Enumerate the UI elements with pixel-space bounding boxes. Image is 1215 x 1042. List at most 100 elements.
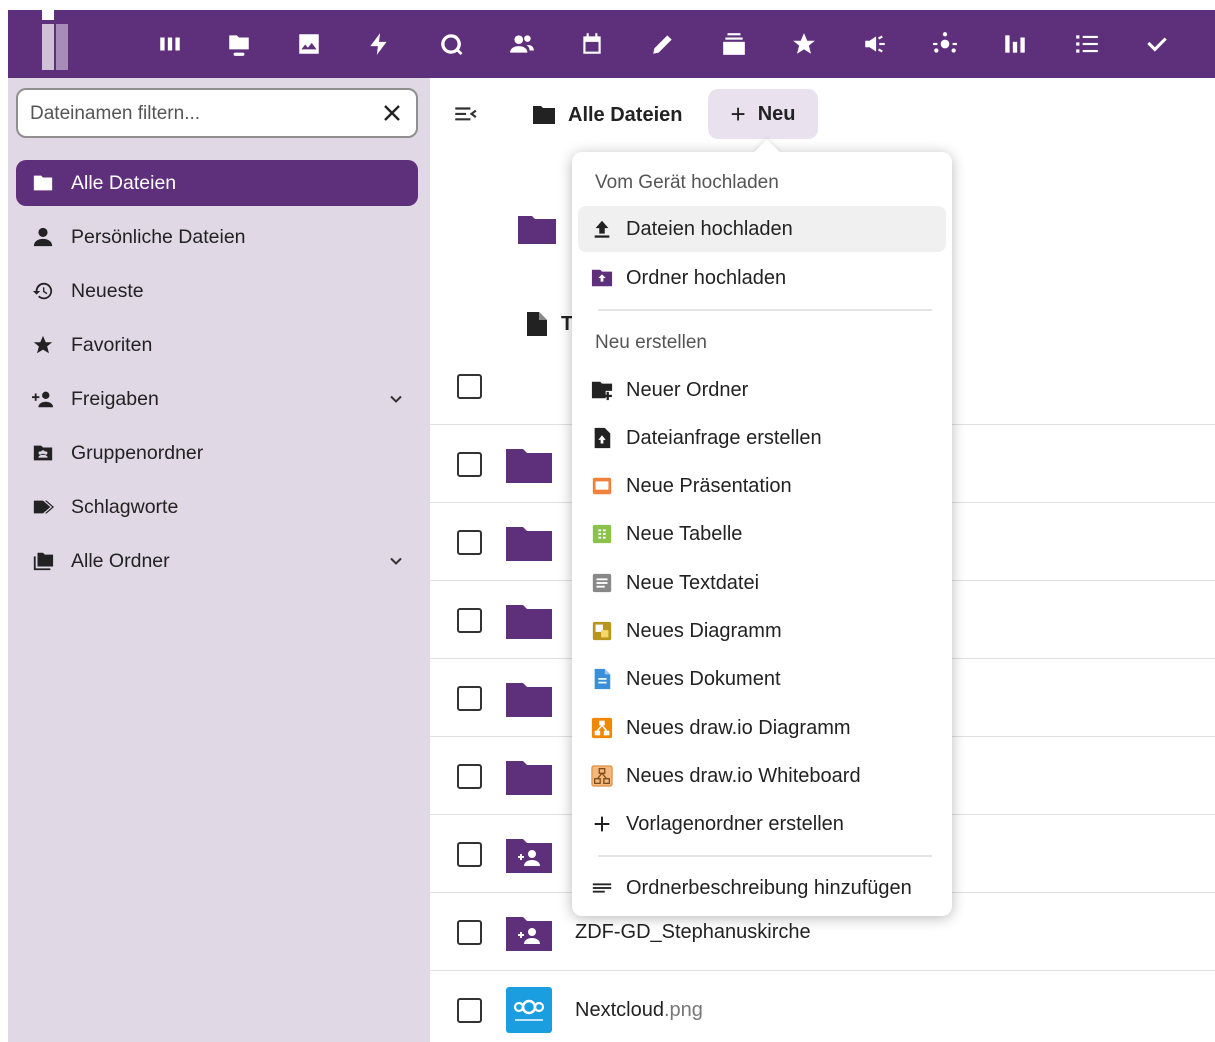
folder-icon — [518, 216, 556, 244]
deck-icon[interactable] — [720, 30, 748, 58]
drawio-whiteboard-icon — [590, 764, 614, 788]
spreadsheet-icon — [590, 522, 614, 546]
diagram-icon — [590, 619, 614, 643]
plus-icon: + — [730, 99, 746, 129]
nextcloud-image-thumbnail[interactable] — [506, 987, 552, 1033]
file-request-icon — [590, 426, 614, 450]
sidebar-item-shares[interactable]: Freigaben — [16, 376, 418, 422]
toggle-navigation-icon[interactable] — [452, 102, 478, 128]
folder-plus-icon — [590, 378, 614, 402]
sidebar-item-label: Gruppenordner — [71, 441, 204, 464]
top-app-bar — [8, 10, 1215, 78]
sidebar-item-all-files[interactable]: Alle Dateien — [16, 160, 418, 206]
new-folder-item[interactable]: Neuer Ordner — [578, 367, 946, 413]
history-icon — [30, 278, 56, 304]
row-checkbox[interactable] — [457, 452, 482, 477]
folder-icon[interactable] — [506, 603, 552, 639]
filename-filter-input[interactable] — [30, 100, 370, 128]
new-textfile-item[interactable]: Neue Textdatei — [578, 560, 946, 606]
new-spreadsheet-item[interactable]: Neue Tabelle — [578, 511, 946, 557]
search-icon[interactable] — [437, 30, 465, 58]
upload-icon — [590, 217, 614, 241]
plus-icon — [590, 812, 614, 836]
breadcrumb-label: Alle Dateien — [568, 103, 683, 126]
chevron-down-icon[interactable] — [386, 389, 406, 409]
favorites-icon[interactable] — [790, 30, 818, 58]
new-drawio-whiteboard-item[interactable]: Neues draw.io Whiteboard — [578, 753, 946, 799]
folder-icon — [533, 106, 555, 124]
new-drawio-diagram-item[interactable]: Neues draw.io Diagramm — [578, 705, 946, 751]
folder-icon[interactable] — [506, 681, 552, 717]
navigation-sidebar: Alle Dateien Persönliche Dateien Neueste… — [8, 78, 430, 1042]
star-icon — [30, 332, 56, 358]
breadcrumb[interactable]: Alle Dateien — [532, 100, 682, 130]
sidebar-item-label: Alle Ordner — [71, 549, 170, 572]
new-diagram-item[interactable]: Neues Diagramm — [578, 608, 946, 654]
row-divider — [430, 970, 1215, 971]
upload-files-item[interactable]: Dateien hochladen — [578, 206, 946, 252]
folder-icon[interactable] — [506, 759, 552, 795]
sidebar-item-label: Favoriten — [71, 333, 153, 356]
announcements-icon[interactable] — [861, 30, 889, 58]
circles-icon[interactable] — [931, 30, 959, 58]
file-request-item[interactable]: Dateianfrage erstellen — [578, 415, 946, 461]
sidebar-item-recent[interactable]: Neueste — [16, 268, 418, 314]
new-presentation-item[interactable]: Neue Präsentation — [578, 463, 946, 509]
sidebar-item-all-folders[interactable]: Alle Ordner — [16, 538, 418, 584]
row-checkbox[interactable] — [457, 764, 482, 789]
menu-divider — [598, 855, 932, 857]
activity-icon[interactable] — [365, 30, 393, 58]
shared-folder-icon[interactable] — [506, 915, 552, 951]
analytics-icon[interactable] — [1001, 30, 1029, 58]
notes-icon[interactable] — [649, 30, 677, 58]
new-document-item[interactable]: Neues Dokument — [578, 656, 946, 702]
sidebar-item-label: Freigaben — [71, 387, 159, 410]
row-checkbox[interactable] — [457, 686, 482, 711]
row-checkbox[interactable] — [457, 842, 482, 867]
row-checkbox[interactable] — [457, 998, 482, 1023]
sidebar-item-label: Schlagworte — [71, 495, 179, 518]
file-name[interactable]: ZDF-GD_Stephanuskirche — [575, 921, 811, 944]
upload-folder-item[interactable]: Ordner hochladen — [578, 255, 946, 301]
sidebar-item-label: Neueste — [71, 279, 144, 302]
calendar-icon[interactable] — [578, 30, 606, 58]
group-folder-icon — [30, 440, 56, 466]
row-checkbox[interactable] — [457, 608, 482, 633]
file-icon — [527, 312, 547, 336]
sidebar-item-group-folders[interactable]: Gruppenordner — [16, 430, 418, 476]
textfile-icon — [590, 571, 614, 595]
contacts-icon[interactable] — [508, 30, 536, 58]
filename-filter — [16, 88, 418, 138]
presentation-icon — [590, 474, 614, 498]
chevron-down-icon[interactable] — [386, 551, 406, 571]
sidebar-item-tags[interactable]: Schlagworte — [16, 484, 418, 530]
create-template-folder-item[interactable]: Vorlagenordner erstellen — [578, 801, 946, 847]
drawio-icon — [590, 716, 614, 740]
new-button-label: Neu — [757, 102, 796, 125]
clear-filter-icon[interactable] — [380, 101, 404, 125]
row-checkbox[interactable] — [457, 920, 482, 945]
file-name[interactable]: Nextcloud.png — [575, 999, 703, 1022]
checkmark-icon[interactable] — [1143, 30, 1171, 58]
person-icon — [30, 224, 56, 250]
new-menu-popover: Vom Gerät hochladen Dateien hochladen Or… — [572, 152, 952, 916]
folder-multiple-icon — [30, 548, 56, 574]
folder-icon[interactable] — [506, 447, 552, 483]
text-description-icon — [590, 876, 614, 900]
sidebar-item-favorites[interactable]: Favoriten — [16, 322, 418, 368]
new-button[interactable]: + Neu — [708, 89, 818, 139]
add-folder-description-item[interactable]: Ordnerbeschreibung hinzufügen — [578, 865, 946, 911]
sidebar-item-personal-files[interactable]: Persönliche Dateien — [16, 214, 418, 260]
photos-icon[interactable] — [295, 30, 323, 58]
folder-icon[interactable] — [506, 525, 552, 561]
folder-upload-icon — [590, 266, 614, 290]
sidebar-item-label: Persönliche Dateien — [71, 225, 246, 248]
select-all-checkbox[interactable] — [457, 374, 482, 399]
menu-caption-upload: Vom Gerät hochladen — [595, 172, 779, 193]
dashboard-icon[interactable] — [156, 30, 184, 58]
files-icon[interactable] — [225, 30, 253, 58]
tasks-icon[interactable] — [1073, 30, 1101, 58]
shared-folder-icon[interactable] — [506, 837, 552, 873]
nextcloud-logo[interactable] — [40, 10, 72, 70]
row-checkbox[interactable] — [457, 530, 482, 555]
